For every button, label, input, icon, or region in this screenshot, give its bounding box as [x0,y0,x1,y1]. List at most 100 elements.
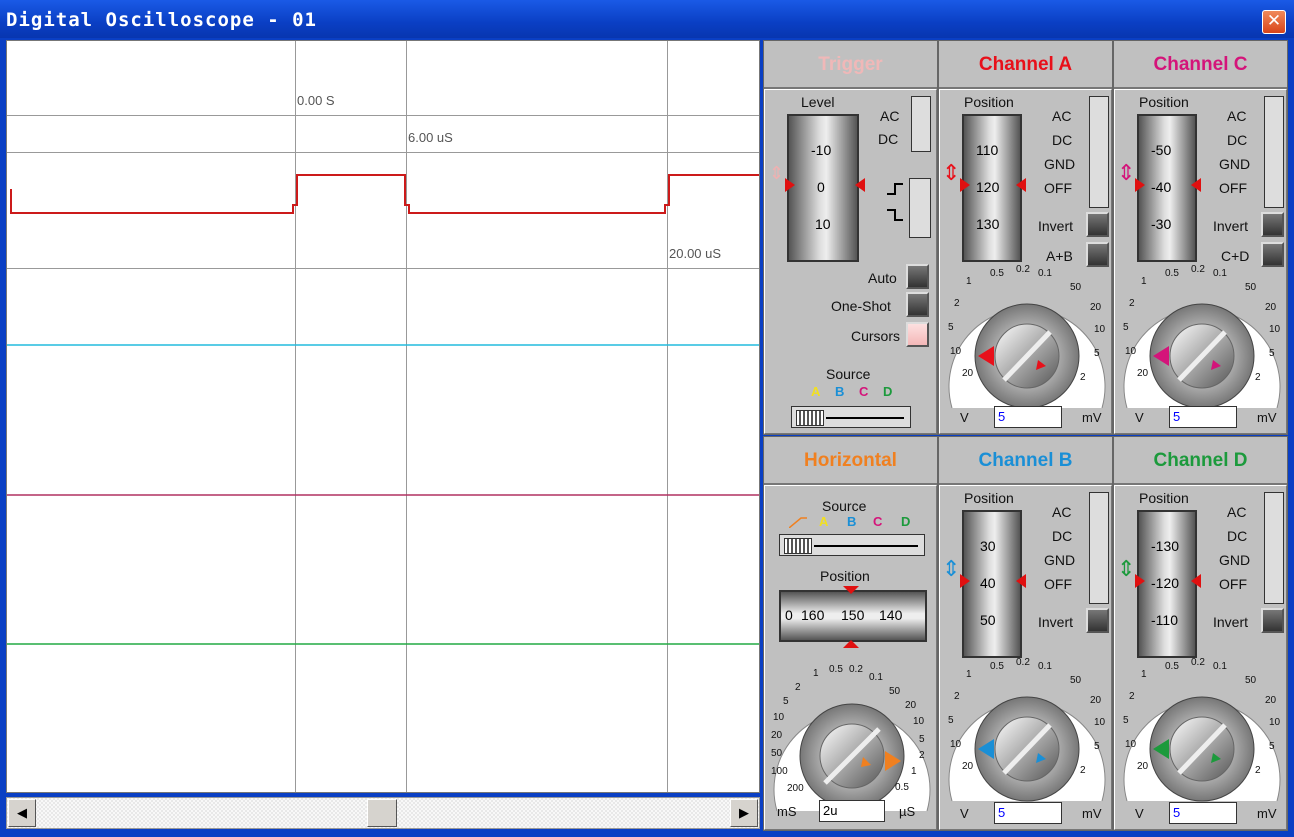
scroll-left-button[interactable]: ◀ [8,799,36,827]
timebase-value-field[interactable]: 2u [819,800,885,822]
dial-tick: 10 [1094,324,1106,335]
dial-tick: 10 [1125,739,1137,750]
volts-value-field[interactable]: 5 [1169,406,1237,428]
source-a-label: A [819,514,829,529]
dial-tick: 20 [1090,695,1102,706]
sum-button[interactable] [1261,242,1284,267]
horizontal-title: Horizontal [764,437,937,485]
trigger-body: Level -10 0 10 ⇕ AC DC Auto One-Shot Cur… [764,89,937,434]
one-shot-button[interactable] [906,292,929,317]
dial-tick: 10 [950,346,962,357]
dial-tick: 20 [962,368,974,379]
drum-value: -110 [1151,612,1178,628]
dial-tick: 50 [889,686,901,697]
unit-mv-label: mV [1082,806,1102,821]
ac-label: AC [880,108,900,124]
level-marker-icon [785,178,865,192]
dial-tick: 1 [1141,669,1147,680]
coupling-switch[interactable] [1089,96,1109,208]
dial-tick: 0.1 [869,672,883,683]
volts-value-field[interactable]: 5 [1169,802,1237,824]
slider-handle[interactable] [796,410,824,426]
dial-tick: 1 [966,669,972,680]
coupling-gnd-label: GND [1219,156,1251,172]
invert-button[interactable] [1261,212,1284,237]
slider-track [814,545,918,547]
coupling-switch[interactable] [1264,492,1284,604]
dial-tick: 0.5 [1165,268,1179,279]
dial-tick: 2 [1129,298,1135,309]
position-marker-icon [960,178,1026,192]
dial-tick: 10 [1269,324,1281,335]
channel-c-panel: Channel C Position -50 -40 -30 ⇕ AC DC GND OF… [1113,40,1288,435]
channel-a-title: Channel A [939,41,1112,89]
dial-tick: 20 [1137,761,1149,772]
coupling-switch[interactable] [911,96,931,152]
unit-v-label: V [960,806,969,821]
scroll-thumb[interactable] [367,799,397,827]
dial-tick: 10 [1269,717,1281,728]
horizontal-body: Source A B C D Position 0 160 150 140 1 … [764,485,937,830]
dial-tick: 10 [1125,346,1137,357]
unit-mv-label: mV [1257,806,1277,821]
cursors-label: Cursors [851,328,901,344]
dial-tick: 2 [919,750,925,761]
dial-tick: 0.5 [990,268,1004,279]
drum-value: -30 [1151,216,1172,232]
dial-tick: 10 [1094,717,1106,728]
trigger-source-slider[interactable] [791,406,911,428]
invert-label: Invert [1213,614,1249,630]
tape-value: 160 [801,607,825,623]
source-d-label: D [883,384,893,399]
coupling-dc-label: DC [1227,132,1248,148]
volts-value-field[interactable]: 5 [994,802,1062,824]
drum-value: 30 [980,538,996,554]
coupling-gnd-label: GND [1044,552,1076,568]
ramp-icon [789,517,807,528]
source-a-label: A [811,384,821,399]
drum-value: -130 [1151,538,1180,554]
dial-tick: 2 [1129,691,1135,702]
invert-button[interactable] [1086,212,1109,237]
close-button[interactable]: ✕ [1262,10,1286,34]
drum-value: -50 [1151,142,1172,158]
oscilloscope-window: Digital Oscilloscope - 01 ✕ 0.00 S 6.00 … [0,0,1294,837]
coupling-switch[interactable] [1089,492,1109,604]
horizontal-scrollbar[interactable]: ◀ ▶ [6,797,760,829]
source-b-label: B [835,384,845,399]
cursors-button[interactable] [906,322,929,347]
dial-tick: 50 [1070,675,1082,686]
invert-button[interactable] [1086,608,1109,633]
dial-tick: 2 [954,298,960,309]
horizontal-source-slider[interactable] [779,534,925,556]
unit-v-label: V [1135,806,1144,821]
level-arrows-icon: ⇕ [769,163,785,183]
position-arrows-icon: ⇕ [1117,160,1136,185]
unit-us-label: µS [899,804,916,819]
dial-tick: 0.5 [990,661,1004,672]
scroll-right-button[interactable]: ▶ [730,799,758,827]
coupling-switch[interactable] [1264,96,1284,208]
dial-tick: 5 [783,696,789,707]
sum-label: A+B [1046,248,1073,264]
position-label: Position [1139,490,1189,506]
level-label: Level [801,94,835,110]
position-arrows-icon: ⇕ [942,556,961,581]
position-label: Position [964,490,1014,506]
position-marker-icon [1135,574,1201,588]
dial-tick: 2 [1080,372,1086,383]
sum-button[interactable] [1086,242,1109,267]
source-c-label: C [859,384,869,399]
tape-marker-icon [843,586,859,648]
slider-handle[interactable] [784,538,812,554]
dial-tick: 50 [1070,282,1082,293]
window-title: Digital Oscilloscope - 01 [6,9,317,31]
volts-value-field[interactable]: 5 [994,406,1062,428]
drum-value: 110 [976,142,999,158]
edge-switch[interactable] [909,178,931,238]
auto-label: Auto [868,270,897,286]
source-label: Source [822,498,867,514]
trigger-panel: Trigger Level -10 0 10 ⇕ AC DC Auto One-… [763,40,938,435]
invert-button[interactable] [1261,608,1284,633]
auto-button[interactable] [906,264,929,289]
